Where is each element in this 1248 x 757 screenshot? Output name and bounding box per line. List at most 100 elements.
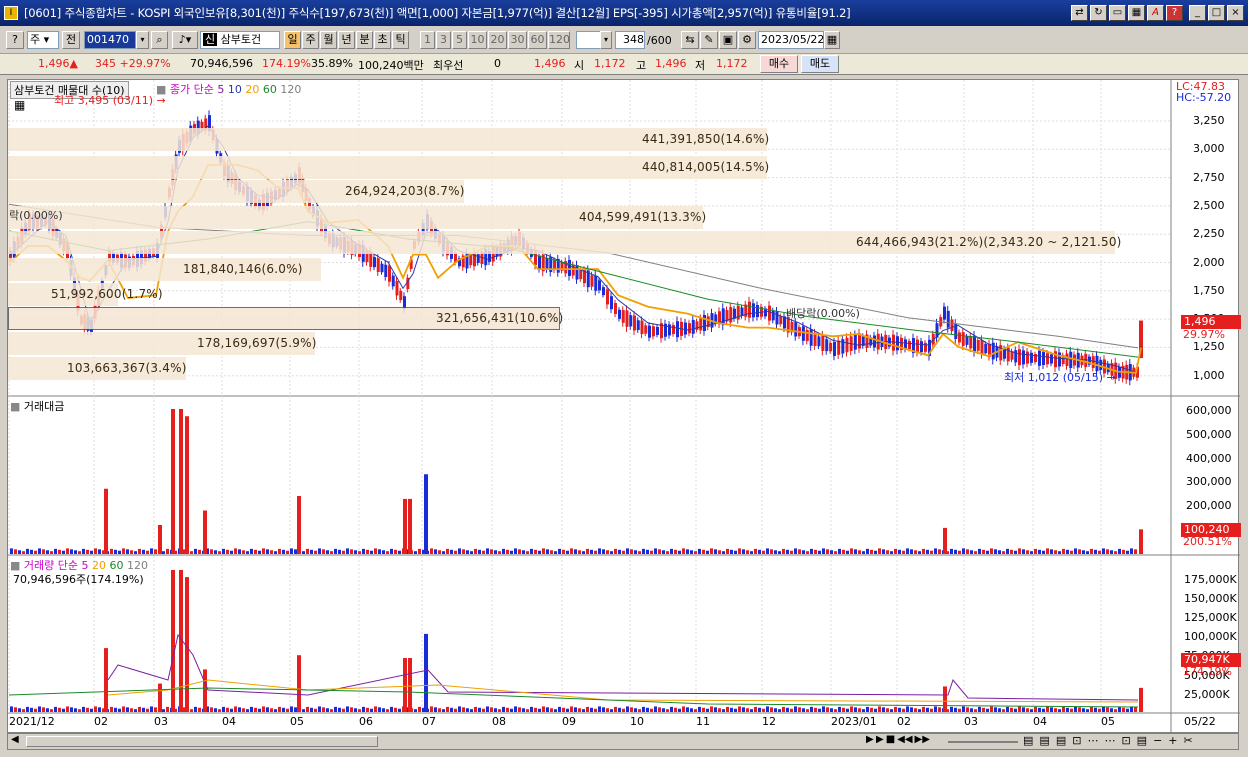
grid-toggle-icon[interactable]: ▦ xyxy=(14,98,25,112)
volume-bar xyxy=(686,707,689,712)
amount-bar xyxy=(66,548,69,554)
view-icon-1[interactable]: ▤ xyxy=(1023,734,1033,747)
amount-bar xyxy=(530,548,533,554)
period-tab-0[interactable]: 일 xyxy=(284,31,301,49)
candle-body xyxy=(740,307,744,316)
volume-bar xyxy=(1034,706,1037,712)
volume-bar xyxy=(514,706,517,712)
volume-bar xyxy=(318,706,321,712)
minute-button-3[interactable]: 10 xyxy=(468,31,487,49)
view-icon-5[interactable]: ⋯ xyxy=(1087,734,1098,747)
forward-icon[interactable]: ▶▶ xyxy=(915,734,930,745)
volume-bar xyxy=(58,707,61,712)
chevron-down-icon[interactable]: ▾ xyxy=(136,31,149,49)
volume-bar xyxy=(674,707,677,712)
gear-icon[interactable]: ⚙ xyxy=(738,31,756,49)
zoom-slider[interactable] xyxy=(948,741,1018,743)
period-tab-4[interactable]: 분 xyxy=(356,31,373,49)
amount-bar xyxy=(578,550,581,554)
period-tab-1[interactable]: 주 xyxy=(302,31,319,49)
amount-panel-title: ■ 거래대금 xyxy=(10,400,65,413)
volume-bar xyxy=(78,709,81,712)
view-icon-7[interactable]: ⊡ xyxy=(1121,734,1130,747)
volume-bar xyxy=(1134,707,1137,712)
price-tick: 2,500 xyxy=(1193,198,1225,212)
help-icon[interactable]: ? xyxy=(1166,5,1183,21)
stop-icon[interactable]: ■ xyxy=(886,734,895,745)
grid-icon[interactable]: ▦ xyxy=(1128,5,1145,21)
view-icon-4[interactable]: ⊡ xyxy=(1072,734,1081,747)
play-icon[interactable]: ▶ xyxy=(876,734,884,745)
period-tab-2[interactable]: 월 xyxy=(320,31,337,49)
minute-button-0[interactable]: 1 xyxy=(420,31,435,49)
save-icon[interactable]: ▣ xyxy=(719,31,737,49)
sell-button[interactable]: 매도 xyxy=(801,55,839,73)
calendar-icon[interactable]: ▦ xyxy=(824,31,840,49)
refresh-icon[interactable]: ↻ xyxy=(1090,5,1107,21)
amount-bar xyxy=(618,549,621,554)
volume-bar xyxy=(118,708,121,712)
font-icon[interactable]: A xyxy=(1147,5,1164,21)
close-button[interactable]: × xyxy=(1227,5,1244,21)
market-all-button[interactable]: 전 xyxy=(62,31,80,49)
scroll-thumb[interactable] xyxy=(26,736,378,747)
unit-chevron-icon[interactable]: ▾ xyxy=(600,31,612,49)
volume-bar xyxy=(262,706,265,712)
view-icon-2[interactable]: ▤ xyxy=(1039,734,1049,747)
volume-bar xyxy=(610,709,613,712)
volume-bar xyxy=(814,707,817,712)
tool-icon[interactable]: ✎ xyxy=(700,31,718,49)
x-tick: 04 xyxy=(222,715,236,728)
chart-scrollbar[interactable]: ◀ ▶ ▶ ■ ◀◀ ▶▶ ▤ ▤ ▤ ⊡ ⋯ ⋯ ⊡ ▤ − + ✂ xyxy=(7,733,1239,750)
buy-button[interactable]: 매수 xyxy=(760,55,798,73)
volume-bar xyxy=(242,708,245,712)
scroll-left-icon[interactable]: ◀ xyxy=(11,734,19,745)
amount-bar xyxy=(1082,550,1085,554)
count-input[interactable]: 348 xyxy=(615,31,645,49)
link-icon[interactable]: ⇄ xyxy=(1071,5,1088,21)
scroll-right-icon[interactable]: ▶ xyxy=(866,734,874,745)
view-icon-8[interactable]: ▤ xyxy=(1137,734,1147,747)
window-icon[interactable]: ▭ xyxy=(1109,5,1126,21)
volume-spike xyxy=(943,686,947,712)
amount-bar xyxy=(798,549,801,554)
volume-bar xyxy=(566,708,569,712)
volume-bar xyxy=(450,707,453,712)
rewind-icon[interactable]: ◀◀ xyxy=(897,734,912,745)
zoom-in-icon[interactable]: + xyxy=(1168,734,1177,747)
name-field[interactable]: 신 삼부토건 xyxy=(200,31,280,49)
minute-button-1[interactable]: 3 xyxy=(436,31,451,49)
market-select[interactable]: 주 ▾ xyxy=(27,31,59,49)
volume-bar xyxy=(906,706,909,712)
minute-button-2[interactable]: 5 xyxy=(452,31,467,49)
chart-area[interactable]: 441,391,850(14.6%) 440,814,005(14.5%) 264,… xyxy=(7,79,1241,734)
volume-bar xyxy=(530,706,533,712)
minute-button-5[interactable]: 30 xyxy=(508,31,527,49)
arrows-icon[interactable]: ⇆ xyxy=(681,31,699,49)
volume-bar xyxy=(14,707,17,712)
speaker-icon[interactable]: ♪▾ xyxy=(172,31,198,49)
view-icon-6[interactable]: ⋯ xyxy=(1104,734,1115,747)
code-input[interactable]: 001470 xyxy=(84,31,136,49)
search-icon[interactable]: ⌕ xyxy=(151,31,168,49)
minute-button-6[interactable]: 60 xyxy=(528,31,547,49)
period-tab-5[interactable]: 초 xyxy=(374,31,391,49)
date-input[interactable]: 2023/05/22 xyxy=(758,31,824,49)
amount-bar xyxy=(154,549,157,554)
candle-body xyxy=(950,319,954,332)
cut-icon[interactable]: ✂ xyxy=(1184,734,1193,747)
volume-bar xyxy=(366,707,369,712)
zoom-out-icon[interactable]: − xyxy=(1153,734,1162,747)
info-icon[interactable]: ? xyxy=(6,31,24,49)
volume-bar xyxy=(498,709,501,712)
period-tab-3[interactable]: 년 xyxy=(338,31,355,49)
minute-button-4[interactable]: 20 xyxy=(488,31,507,49)
minimize-button[interactable]: _ xyxy=(1189,5,1206,21)
maximize-button[interactable]: □ xyxy=(1208,5,1225,21)
volume-bar xyxy=(1074,706,1077,712)
view-icon-3[interactable]: ▤ xyxy=(1056,734,1066,747)
volume-bar xyxy=(1086,709,1089,712)
period-tab-6[interactable]: 틱 xyxy=(392,31,409,49)
minute-button-7[interactable]: 120 xyxy=(548,31,570,49)
amount-bar xyxy=(1094,549,1097,554)
